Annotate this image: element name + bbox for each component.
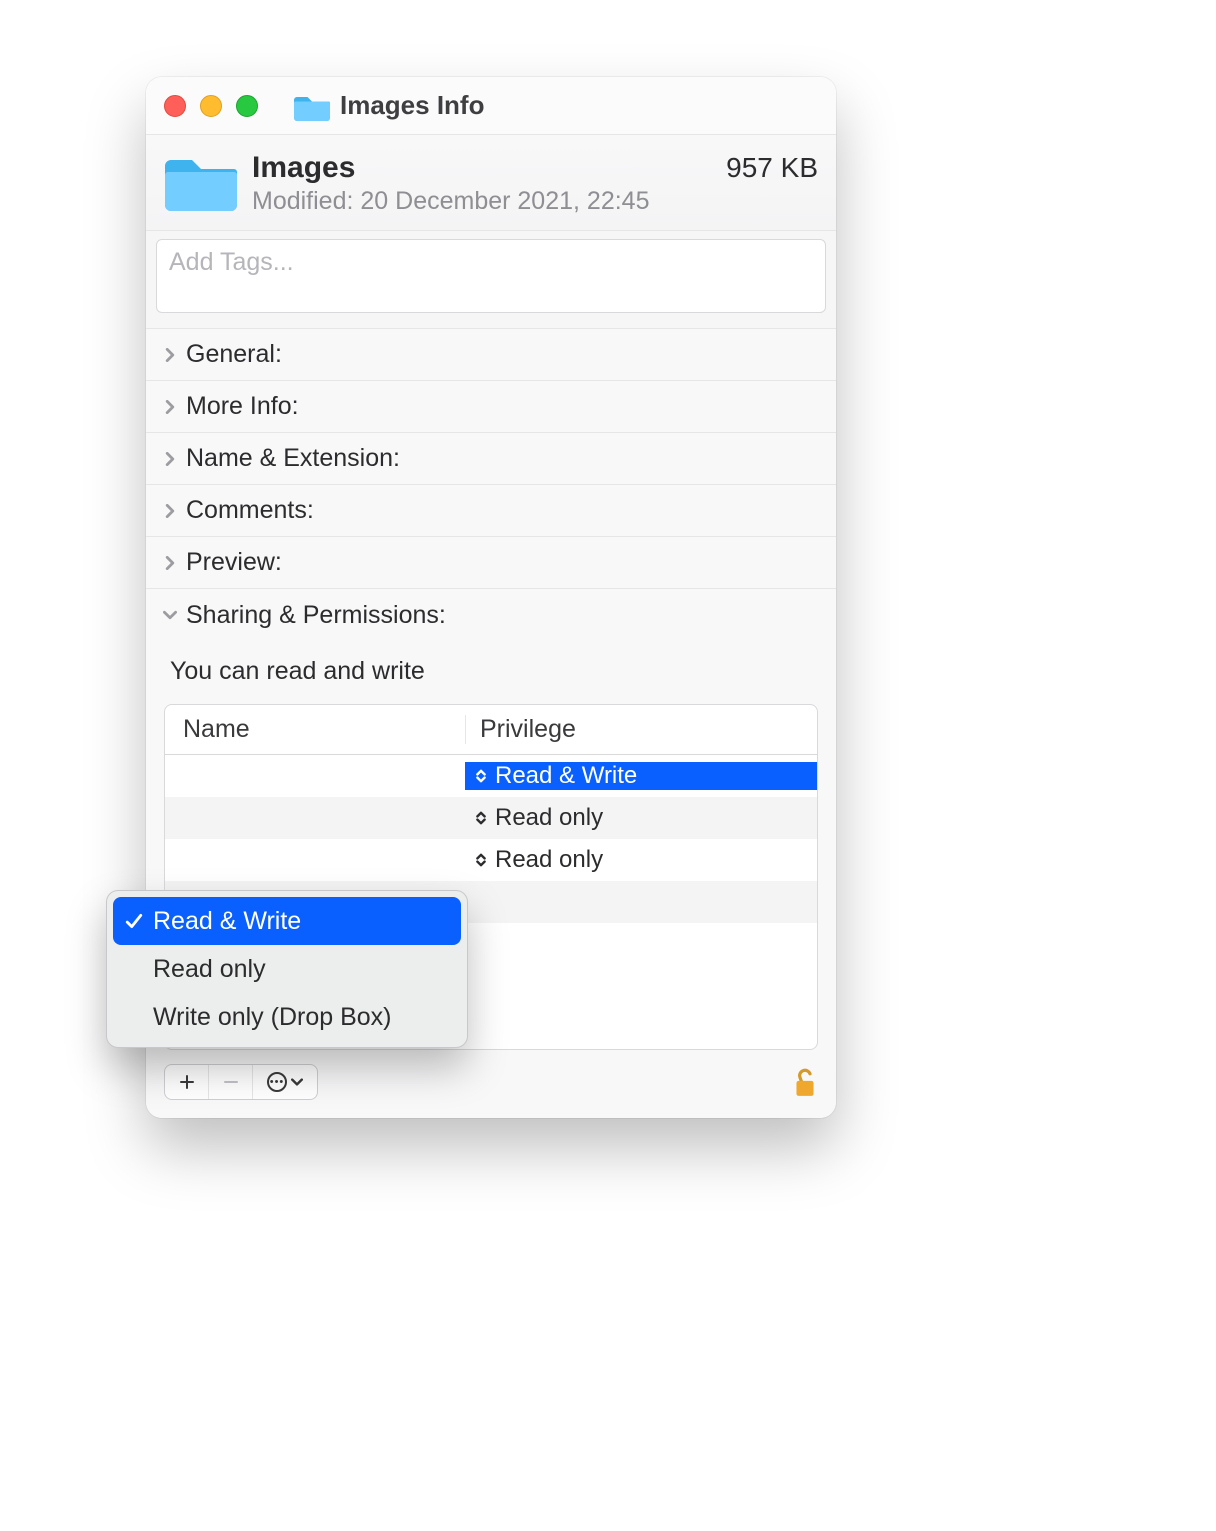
table-row[interactable]: Read only xyxy=(165,839,817,881)
menu-item-label: Read & Write xyxy=(153,907,301,936)
permission-summary: You can read and write xyxy=(170,657,818,686)
lock-icon[interactable] xyxy=(792,1066,818,1098)
menu-item-read-only[interactable]: Read only xyxy=(113,945,461,993)
section-label: Sharing & Permissions: xyxy=(186,601,446,630)
window-controls xyxy=(164,95,258,117)
chevron-right-icon xyxy=(162,347,178,363)
section-general[interactable]: General: xyxy=(146,329,836,381)
table-row[interactable]: Read only xyxy=(165,797,817,839)
permissions-header: Name Privilege xyxy=(165,705,817,755)
section-label: Preview: xyxy=(186,548,282,577)
file-modified: Modified: 20 December 2021, 22:45 xyxy=(252,187,818,216)
file-header: Images 957 KB Modified: 20 December 2021… xyxy=(146,135,836,231)
folder-icon xyxy=(294,91,330,121)
plus-icon xyxy=(179,1074,195,1090)
chevron-right-icon xyxy=(162,451,178,467)
menu-item-write-only[interactable]: Write only (Drop Box) xyxy=(113,993,461,1041)
column-name[interactable]: Name xyxy=(165,715,465,744)
close-window-button[interactable] xyxy=(164,95,186,117)
chevron-down-icon xyxy=(291,1078,303,1086)
tags-section xyxy=(146,231,836,329)
tags-input[interactable] xyxy=(156,239,826,313)
section-sharing-permissions[interactable]: Sharing & Permissions: xyxy=(146,589,836,641)
privilege-cell[interactable]: Read & Write xyxy=(465,762,817,790)
section-name-extension[interactable]: Name & Extension: xyxy=(146,433,836,485)
folder-icon xyxy=(164,151,238,211)
updown-icon xyxy=(473,810,489,826)
add-button[interactable] xyxy=(165,1065,209,1099)
table-row[interactable]: Read & Write xyxy=(165,755,817,797)
privilege-value: Read only xyxy=(495,846,603,874)
section-label: More Info: xyxy=(186,392,299,421)
chevron-down-icon xyxy=(162,607,178,623)
zoom-window-button[interactable] xyxy=(236,95,258,117)
titlebar: Images Info xyxy=(146,77,836,135)
section-label: General: xyxy=(186,340,282,369)
file-name: Images xyxy=(252,151,355,185)
ellipsis-circle-icon: ••• xyxy=(267,1072,287,1092)
privilege-cell[interactable]: Read only xyxy=(465,846,817,874)
chevron-right-icon xyxy=(162,503,178,519)
window-title: Images Info xyxy=(340,90,484,121)
menu-item-label: Read only xyxy=(153,955,266,984)
section-label: Name & Extension: xyxy=(186,444,400,473)
updown-icon xyxy=(473,768,489,784)
menu-item-read-write[interactable]: Read & Write xyxy=(113,897,461,945)
actions-menu-button[interactable]: ••• xyxy=(253,1065,317,1099)
remove-button[interactable] xyxy=(209,1065,253,1099)
section-preview[interactable]: Preview: xyxy=(146,537,836,589)
chevron-right-icon xyxy=(162,555,178,571)
permissions-toolbar: ••• xyxy=(164,1064,818,1100)
updown-icon xyxy=(473,852,489,868)
section-comments[interactable]: Comments: xyxy=(146,485,836,537)
chevron-right-icon xyxy=(162,399,178,415)
file-size: 957 KB xyxy=(726,152,818,184)
privilege-cell[interactable]: Read only xyxy=(465,804,817,832)
privilege-menu: Read & Write Read only Write only (Drop … xyxy=(106,890,468,1048)
info-window: Images Info Images 957 KB Modified: 20 D… xyxy=(146,77,836,1118)
privilege-value: Read only xyxy=(495,804,603,832)
toolbar-segment: ••• xyxy=(164,1064,318,1100)
menu-item-label: Write only (Drop Box) xyxy=(153,1003,392,1032)
minus-icon xyxy=(223,1074,239,1090)
section-label: Comments: xyxy=(186,496,314,525)
check-icon xyxy=(123,912,145,930)
column-privilege[interactable]: Privilege xyxy=(465,715,817,744)
section-more-info[interactable]: More Info: xyxy=(146,381,836,433)
privilege-value: Read & Write xyxy=(495,762,637,790)
minimize-window-button[interactable] xyxy=(200,95,222,117)
